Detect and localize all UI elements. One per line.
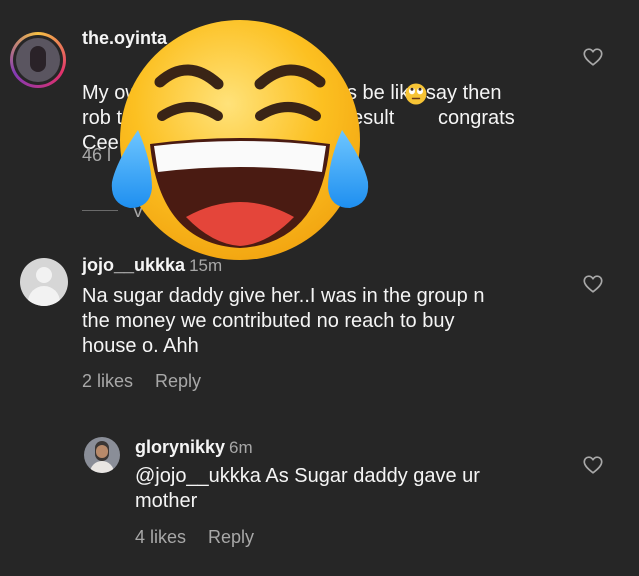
- avatar[interactable]: [20, 258, 68, 306]
- heart-outline-icon[interactable]: [582, 273, 604, 300]
- comment-username[interactable]: glorynikky 6m: [135, 437, 253, 458]
- reply-button[interactable]: Reply: [155, 371, 201, 391]
- comment-text-part: congrats: [438, 107, 515, 129]
- reply-button[interactable]: Reply: [208, 527, 254, 547]
- face-with-tears-of-joy-emoji: [108, 12, 372, 276]
- comment-meta: 2 likes Reply: [82, 371, 223, 392]
- avatar[interactable]: [84, 437, 120, 473]
- comment-text: Na sugar daddy give her..I was in the gr…: [82, 285, 485, 357]
- heart-outline-icon[interactable]: [582, 46, 604, 73]
- avatar[interactable]: [10, 32, 66, 88]
- comment-time: 15m: [189, 256, 223, 275]
- likes-count[interactable]: 4 likes: [135, 527, 186, 547]
- comment-time: 6m: [229, 438, 253, 457]
- likes-count[interactable]: 2 likes: [82, 371, 133, 391]
- comment-text: @jojo__ukkka As Sugar daddy gave ur moth…: [135, 465, 480, 512]
- username-label[interactable]: glorynikky: [135, 437, 225, 457]
- comment-username[interactable]: jojo__ukkka 15m: [82, 255, 222, 276]
- comment-text: congrats: [438, 81, 515, 131]
- username-label[interactable]: jojo__ukkka: [82, 255, 185, 275]
- likes-count[interactable]: 46 l: [82, 145, 111, 166]
- comment-meta: 4 likes Reply: [135, 527, 276, 548]
- heart-outline-icon[interactable]: [582, 454, 604, 481]
- face-with-rolling-eyes-emoji: [405, 83, 427, 105]
